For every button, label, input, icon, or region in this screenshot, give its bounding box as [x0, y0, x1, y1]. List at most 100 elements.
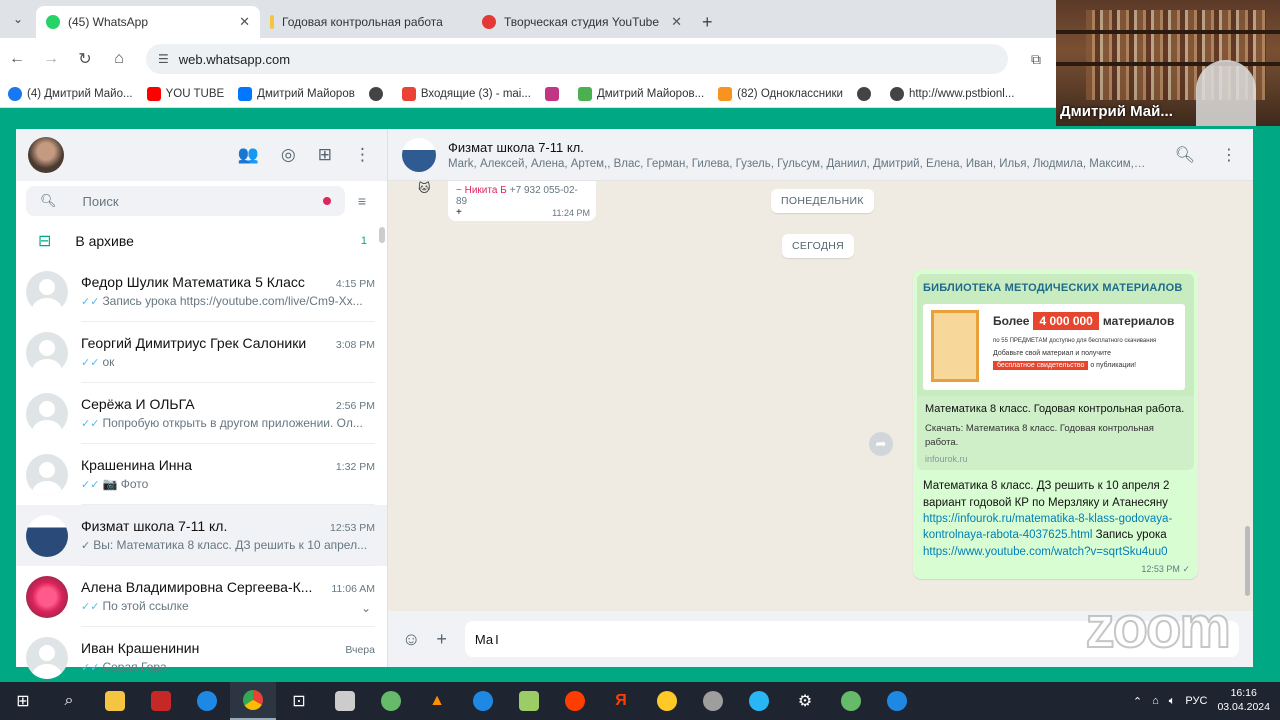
chat-list-item[interactable]: Федор Шулик Математика 5 Класс 4:15 PM ✓✓…: [16, 261, 387, 322]
url-field[interactable]: ☰ web.whatsapp.com: [146, 44, 1008, 74]
whatsapp-app: 👥 ◎ ⊞ ⋮ 🔍︎ Поиск ≡ ⊟ В архиве 1 Федор Шу…: [16, 129, 1253, 688]
new-tab-plus-icon[interactable]: +: [702, 6, 713, 38]
back-arrow-icon[interactable]: ←: [0, 50, 34, 68]
chat-list-item[interactable]: Серёжа И ОЛЬГА 2:56 PM ✓✓ Попробую открыть…: [16, 383, 387, 444]
outgoing-message[interactable]: БИБЛИОТЕКА МЕТОДИЧЕСКИХ МАТЕРИАЛОВ Более…: [913, 270, 1198, 580]
conversation-header[interactable]: Физмат школа 7-11 кл. Mark, Алексей, Але…: [388, 129, 1253, 181]
bookmark-vk[interactable]: Дмитрий Майоров: [238, 86, 355, 101]
status-icon[interactable]: ◎: [281, 145, 296, 165]
tab-youtube-studio[interactable]: Творческая студия YouTube ✕: [472, 6, 692, 38]
calculator-icon[interactable]: [322, 682, 368, 720]
avatar: [26, 636, 68, 679]
sidebar-scrollbar[interactable]: [379, 227, 385, 243]
new-chat-icon[interactable]: ⊞: [318, 145, 332, 165]
windows-start-icon[interactable]: ⊞: [0, 682, 46, 720]
yandex-icon[interactable]: Я: [598, 682, 644, 720]
keyboard-language[interactable]: РУС: [1185, 695, 1207, 707]
install-app-icon[interactable]: ⧉: [1016, 51, 1056, 68]
bookmark-facebook[interactable]: (4) Дмитрий Майо...: [8, 86, 133, 101]
app-blue-icon[interactable]: [460, 682, 506, 720]
site-info-icon[interactable]: ☰: [158, 52, 169, 66]
chat-time: 2:56 PM: [335, 400, 375, 412]
link-preview[interactable]: БИБЛИОТЕКА МЕТОДИЧЕСКИХ МАТЕРИАЛОВ Более…: [917, 274, 1194, 471]
bookmark-youtube[interactable]: YOU TUBE: [146, 86, 224, 101]
pencil-icon: [270, 15, 274, 29]
home-icon[interactable]: ⌂: [102, 50, 136, 68]
zoom-icon[interactable]: [874, 682, 920, 720]
network-icon[interactable]: ⌂: [1152, 695, 1159, 707]
store-icon[interactable]: ⊡: [276, 682, 322, 720]
archived-chats[interactable]: ⊟ В архиве 1: [16, 221, 387, 261]
archive-count: 1: [360, 235, 367, 247]
bookmark-globe-2[interactable]: [856, 86, 876, 101]
chat-time: 4:15 PM: [335, 278, 375, 290]
messages-scrollbar[interactable]: [1245, 526, 1250, 596]
vlc-icon[interactable]: ▲: [414, 682, 460, 720]
chat-preview: Попробую открыть в другом приложении. Ол…: [102, 416, 363, 430]
tab-godovaya[interactable]: Годовая контрольная работа: [260, 6, 472, 38]
paint-icon[interactable]: [368, 682, 414, 720]
youtube-icon: [146, 86, 161, 101]
close-tab-icon[interactable]: ✕: [671, 14, 682, 30]
shelf-line: [1056, 30, 1280, 34]
volume-icon[interactable]: 🔈︎: [1169, 695, 1176, 708]
avatar: [26, 270, 68, 313]
clock[interactable]: 16:16 03.04.2024: [1217, 687, 1270, 714]
banner-count: 4 000 000: [1033, 312, 1099, 330]
bookmark-instagram[interactable]: [544, 86, 564, 101]
emoji-icon[interactable]: ☺: [402, 629, 420, 650]
forward-arrow-icon[interactable]: →: [34, 50, 68, 68]
attach-plus-icon[interactable]: +: [436, 629, 447, 650]
forward-icon[interactable]: ➦: [869, 432, 893, 456]
participant-name: Дмитрий Май...: [1060, 103, 1173, 120]
communities-icon[interactable]: 👥: [238, 145, 259, 165]
chat-list-item[interactable]: Иван Крашенинин Вчера ✓✓ Серая Гора: [16, 627, 387, 688]
link-youtube[interactable]: https://www.youtube.com/watch?v=sqrtSku4…: [923, 546, 1168, 558]
message-time: 11:24 PM: [552, 208, 590, 218]
yandex-browser-icon[interactable]: [552, 682, 598, 720]
tab-list-chevron-icon[interactable]: ⌄: [0, 0, 36, 38]
chat-list-item[interactable]: Алена Владимировна Сергеева-К... 11:06 AM…: [16, 566, 387, 627]
telegram-icon[interactable]: [736, 682, 782, 720]
settings-icon[interactable]: ⚙: [782, 682, 828, 720]
tray-chevron-icon[interactable]: ⌃: [1133, 695, 1142, 708]
avatar[interactable]: [402, 137, 436, 172]
reload-icon[interactable]: ↻: [68, 49, 102, 69]
yandex-market-icon[interactable]: [644, 682, 690, 720]
chat-list-item[interactable]: Крашенина Инна 1:32 PM ✓✓ 📷 Фото: [16, 444, 387, 505]
search-icon[interactable]: 🔍︎: [1175, 145, 1195, 165]
filter-icon[interactable]: ≡: [345, 193, 379, 209]
bookmark-gmail[interactable]: Входящие (3) - mai...: [401, 86, 531, 101]
chat-name: Федор Шулик Математика 5 Класс: [81, 274, 305, 290]
tab-whatsapp[interactable]: (45) WhatsApp ✕: [36, 6, 260, 38]
conversation-panel: Физмат школа 7-11 кл. Mark, Алексей, Але…: [388, 129, 1253, 667]
incoming-message[interactable]: ~ Никита Б +7 932 055-02-89 + 11:24 PM: [448, 181, 596, 221]
chat-list-item-selected[interactable]: Физмат школа 7-11 кл. 12:53 PM ✓ Вы: Матем…: [16, 505, 387, 566]
bookmark-odnoklassniki[interactable]: (82) Одноклассники: [718, 86, 843, 101]
participant-figure: [1196, 60, 1256, 126]
bookmark-globe[interactable]: [368, 86, 388, 101]
edge-icon[interactable]: [184, 682, 230, 720]
preview-title: Математика 8 класс. Годовая контрольная …: [925, 403, 1185, 415]
search-icon[interactable]: ⌕: [46, 682, 92, 720]
message-list: 🐱 ~ Никита Б +7 932 055-02-89 + 11:24 PM …: [388, 181, 1253, 611]
menu-dots-icon[interactable]: ⋮: [354, 145, 371, 165]
chevron-down-icon[interactable]: ⌄: [361, 601, 371, 615]
bookmark-green[interactable]: Дмитрий Майоров...: [577, 86, 704, 101]
chrome-icon[interactable]: [230, 682, 276, 720]
tab-title: Творческая студия YouTube: [504, 15, 659, 29]
bookmark-pstbi[interactable]: http://www.pstbionl...: [889, 86, 1014, 101]
notepad-icon[interactable]: [506, 682, 552, 720]
avatar[interactable]: [28, 137, 64, 173]
torrent-icon[interactable]: [828, 682, 874, 720]
search-input[interactable]: 🔍︎ Поиск: [26, 186, 345, 216]
app-gray-icon[interactable]: [690, 682, 736, 720]
file-explorer-icon[interactable]: [92, 682, 138, 720]
banner-line2: по 55 ПРЕДМЕТАМ доступно для бесплатного…: [993, 338, 1157, 344]
group-members: Mark, Алексей, Алена, Артем,, Влас, Герм…: [448, 157, 1148, 170]
app-red-icon[interactable]: [138, 682, 184, 720]
close-tab-icon[interactable]: ✕: [239, 14, 250, 30]
menu-dots-icon[interactable]: ⋮: [1221, 145, 1237, 165]
chat-list-item[interactable]: Георгий Димитриус Грек Салоники 3:08 PM ✓…: [16, 322, 387, 383]
preview-description: Скачать: Математика 8 класс. Годовая кон…: [925, 422, 1154, 449]
